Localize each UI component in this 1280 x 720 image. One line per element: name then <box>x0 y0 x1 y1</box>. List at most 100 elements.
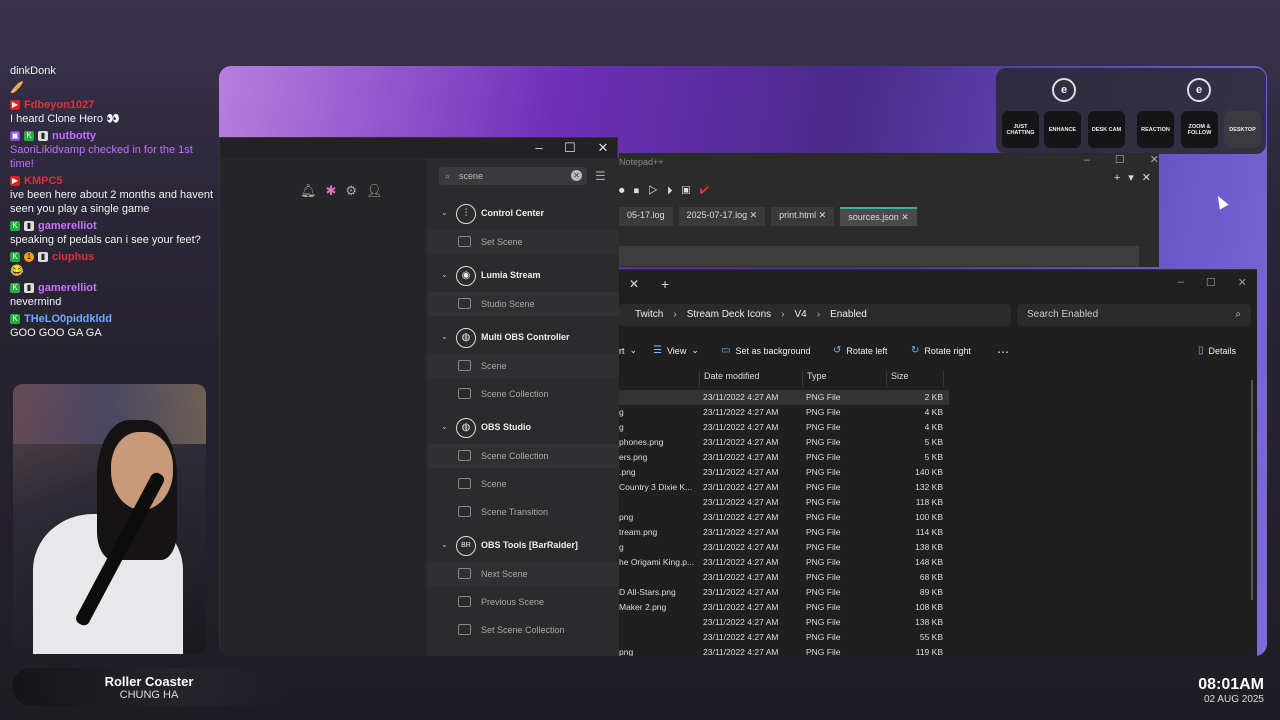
close-tab-icon[interactable]: ✕ <box>899 212 909 222</box>
notepad-tab[interactable]: 2025-07-17.log ✕ <box>678 207 766 226</box>
column-date-modified[interactable]: Date modified <box>699 371 760 387</box>
deck-key[interactable]: JUST CHATTING <box>1002 111 1039 148</box>
file-row[interactable]: g 23/11/2022 4:27 AM PNG File 4 KB <box>619 420 949 435</box>
close-tab-icon[interactable]: ✕ <box>629 277 639 291</box>
chat-username[interactable]: gamerelliot <box>38 219 97 233</box>
new-tab-icon[interactable]: + <box>661 276 669 292</box>
file-row[interactable]: .png 23/11/2022 4:27 AM PNG File 140 KB <box>619 465 949 480</box>
file-row[interactable]: Maker 2.png 23/11/2022 4:27 AM PNG File 108… <box>619 600 949 615</box>
plugins-icon[interactable]: ✱ <box>326 183 337 199</box>
action-item[interactable]: Next Scene <box>427 562 619 586</box>
close-tab-icon[interactable]: ✕ <box>1142 172 1159 184</box>
record-icon[interactable]: ⏺ <box>619 185 628 197</box>
close-tab-icon[interactable]: ✕ <box>816 210 827 220</box>
list-view-icon[interactable]: ☰ <box>595 169 606 183</box>
file-row[interactable]: png 23/11/2022 4:27 AM PNG File 100 KB <box>619 510 949 525</box>
chevron-right-icon[interactable]: › <box>673 304 676 326</box>
sort-button[interactable]: rt ⌄ <box>619 345 637 356</box>
view-button[interactable]: ☰ View ⌄ <box>653 345 699 356</box>
minimize-button[interactable]: – <box>1084 154 1090 166</box>
action-item[interactable]: Scene Collection <box>427 444 619 468</box>
file-row[interactable]: tream.png 23/11/2022 4:27 AM PNG File 114 K… <box>619 525 949 540</box>
file-row[interactable]: png 23/11/2022 4:27 AM PNG File 119 KB <box>619 645 949 656</box>
scrollbar[interactable] <box>1251 380 1253 600</box>
file-row[interactable]: 23/11/2022 4:27 AM PNG File 68 KB <box>619 570 949 585</box>
file-row[interactable]: D All-Stars.png 23/11/2022 4:27 AM PNG Fil… <box>619 585 949 600</box>
maximize-button[interactable]: ☐ <box>560 140 580 156</box>
more-options-button[interactable]: ⋯ <box>997 345 1009 359</box>
file-row[interactable]: 23/11/2022 4:27 AM PNG File 2 KB <box>619 390 949 405</box>
details-button[interactable]: ▯ Details <box>1198 345 1236 356</box>
notepad-tab[interactable]: sources.json ✕ <box>840 207 917 226</box>
address-bar[interactable]: Twitch › Stream Deck Icons › V4 › Enabled <box>619 304 1011 326</box>
deck-key[interactable]: DESK CAM <box>1088 111 1125 148</box>
user-icon[interactable]: 👤︎ <box>366 183 383 199</box>
tab-list-icon[interactable]: ▾ <box>1128 172 1142 184</box>
close-button[interactable]: ✕ <box>1150 154 1159 166</box>
action-item[interactable]: Scene <box>427 354 619 378</box>
notepad-tab[interactable]: print.html ✕ <box>771 207 835 226</box>
file-row[interactable]: 23/11/2022 4:27 AM PNG File 55 KB <box>619 630 949 645</box>
maximize-button[interactable]: ☐ <box>1206 276 1216 289</box>
spellcheck-icon[interactable]: ✔ <box>699 185 711 197</box>
action-group[interactable]: ⌄ ⫶ Control Center <box>427 200 619 228</box>
chevron-down-icon[interactable]: ⌄ <box>441 208 448 217</box>
chat-username[interactable]: THeLO0piddkldd <box>24 312 112 326</box>
file-row[interactable]: he Origami King.p... 23/11/2022 4:27 AM PN… <box>619 555 949 570</box>
deck-key[interactable]: ZOOM & FOLLOW <box>1181 111 1218 148</box>
action-item[interactable]: Set Scene <box>427 230 619 254</box>
stop-icon[interactable]: ⏹ <box>634 185 643 197</box>
minimize-button[interactable]: – <box>529 140 549 155</box>
notification-bell-icon[interactable]: 🔔︎ <box>300 183 317 199</box>
new-tab-icon[interactable]: + <box>1114 172 1128 184</box>
deck-key[interactable]: ENHANCE <box>1044 111 1081 148</box>
chevron-down-icon[interactable]: ⌄ <box>441 332 448 341</box>
save-macro-icon[interactable]: ▣ <box>682 185 694 197</box>
action-group[interactable]: ⌄ ◍ OBS Studio <box>427 414 619 442</box>
chevron-down-icon[interactable]: ⌄ <box>441 422 448 431</box>
column-type[interactable]: Type <box>802 371 827 387</box>
gear-icon[interactable]: ⚙ <box>345 183 357 199</box>
close-tab-icon[interactable]: ✕ <box>747 210 758 220</box>
action-item[interactable]: Scene Collection <box>427 382 619 406</box>
maximize-button[interactable]: ☐ <box>1115 154 1125 166</box>
action-item[interactable]: Scene Transition <box>427 500 619 524</box>
play-icon[interactable]: ▷ <box>648 185 661 197</box>
chat-username[interactable]: nutbotty <box>52 129 96 143</box>
chevron-right-icon[interactable]: › <box>817 304 820 326</box>
action-search-input[interactable]: ⌕ scene ✕ <box>439 167 587 185</box>
search-box[interactable]: Search Enabled ⌕ <box>1017 304 1251 326</box>
chat-username[interactable]: KMPC5 <box>24 174 63 188</box>
clear-search-icon[interactable]: ✕ <box>571 170 582 181</box>
rotate-right-button[interactable]: ↻ Rotate right <box>911 345 971 356</box>
file-row[interactable]: phones.png 23/11/2022 4:27 AM PNG File 5 KB <box>619 435 949 450</box>
close-button[interactable]: ✕ <box>593 140 613 156</box>
play-multi-icon[interactable]: ⏵ <box>667 185 676 197</box>
action-item[interactable]: Set Scene Collection <box>427 618 619 642</box>
action-group[interactable]: ⌄ BR OBS Tools [BarRaider] <box>427 532 619 560</box>
breadcrumb-item[interactable]: Stream Deck Icons <box>687 304 771 326</box>
breadcrumb-item[interactable]: Twitch <box>635 304 663 326</box>
set-background-button[interactable]: ▭ Set as background <box>721 345 811 356</box>
action-item[interactable]: Studio Scene <box>427 292 619 316</box>
breadcrumb-item[interactable]: V4 <box>795 304 807 326</box>
file-row[interactable]: ers.png 23/11/2022 4:27 AM PNG File 5 KB <box>619 450 949 465</box>
action-item[interactable]: Previous Scene <box>427 590 619 614</box>
deck-key[interactable]: DESKTOP <box>1224 111 1261 148</box>
action-item[interactable]: Scene <box>427 472 619 496</box>
file-row[interactable]: g 23/11/2022 4:27 AM PNG File 4 KB <box>619 405 949 420</box>
breadcrumb-item[interactable]: Enabled <box>830 304 867 326</box>
action-group[interactable]: ⌄ ◍ Multi OBS Controller <box>427 324 619 352</box>
file-row[interactable]: 23/11/2022 4:27 AM PNG File 118 KB <box>619 495 949 510</box>
file-row[interactable]: Country 3 Dixie K... 23/11/2022 4:27 AM PN… <box>619 480 949 495</box>
chevron-right-icon[interactable]: › <box>781 304 784 326</box>
notepad-tab[interactable]: 05-17.log <box>619 207 673 226</box>
chevron-down-icon[interactable]: ⌄ <box>441 540 448 549</box>
notepad-editor[interactable] <box>619 246 1139 266</box>
chevron-down-icon[interactable]: ⌄ <box>441 270 448 279</box>
file-row[interactable]: g 23/11/2022 4:27 AM PNG File 138 KB <box>619 540 949 555</box>
action-group[interactable]: ⌄ ◉ Lumia Stream <box>427 262 619 290</box>
chat-username[interactable]: gamerelliot <box>38 281 97 295</box>
rotate-left-button[interactable]: ↺ Rotate left <box>833 345 887 356</box>
file-row[interactable]: 23/11/2022 4:27 AM PNG File 138 KB <box>619 615 949 630</box>
